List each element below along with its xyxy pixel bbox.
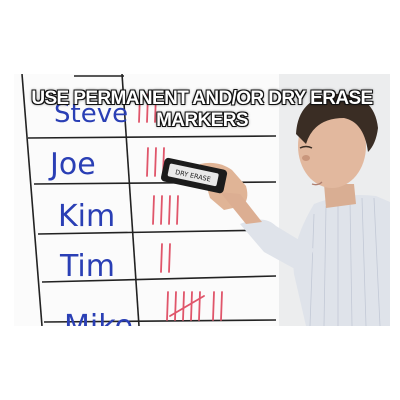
board-name: Mike <box>64 309 133 326</box>
caption: USE PERMANENT AND/OR DRY ERASE MARKERS <box>31 88 373 131</box>
board-name: Kim <box>58 199 115 234</box>
tally-mark <box>174 291 177 321</box>
tally-mark <box>220 291 223 321</box>
tally-mark <box>212 291 215 321</box>
tally-mark <box>168 243 171 273</box>
tally-mark <box>152 195 155 225</box>
tally-mark <box>168 195 171 225</box>
board-name: Joe <box>48 147 96 182</box>
tally-mark <box>182 291 185 321</box>
tally-mark <box>160 243 163 273</box>
tally-mark <box>160 195 163 225</box>
tally-mark <box>176 195 179 225</box>
board-name: Tim <box>59 249 115 284</box>
tally-mark <box>146 147 149 177</box>
tally-mark <box>190 291 193 321</box>
tally-mark <box>166 291 169 321</box>
tally-mark <box>198 291 201 321</box>
tally-mark <box>154 147 157 177</box>
